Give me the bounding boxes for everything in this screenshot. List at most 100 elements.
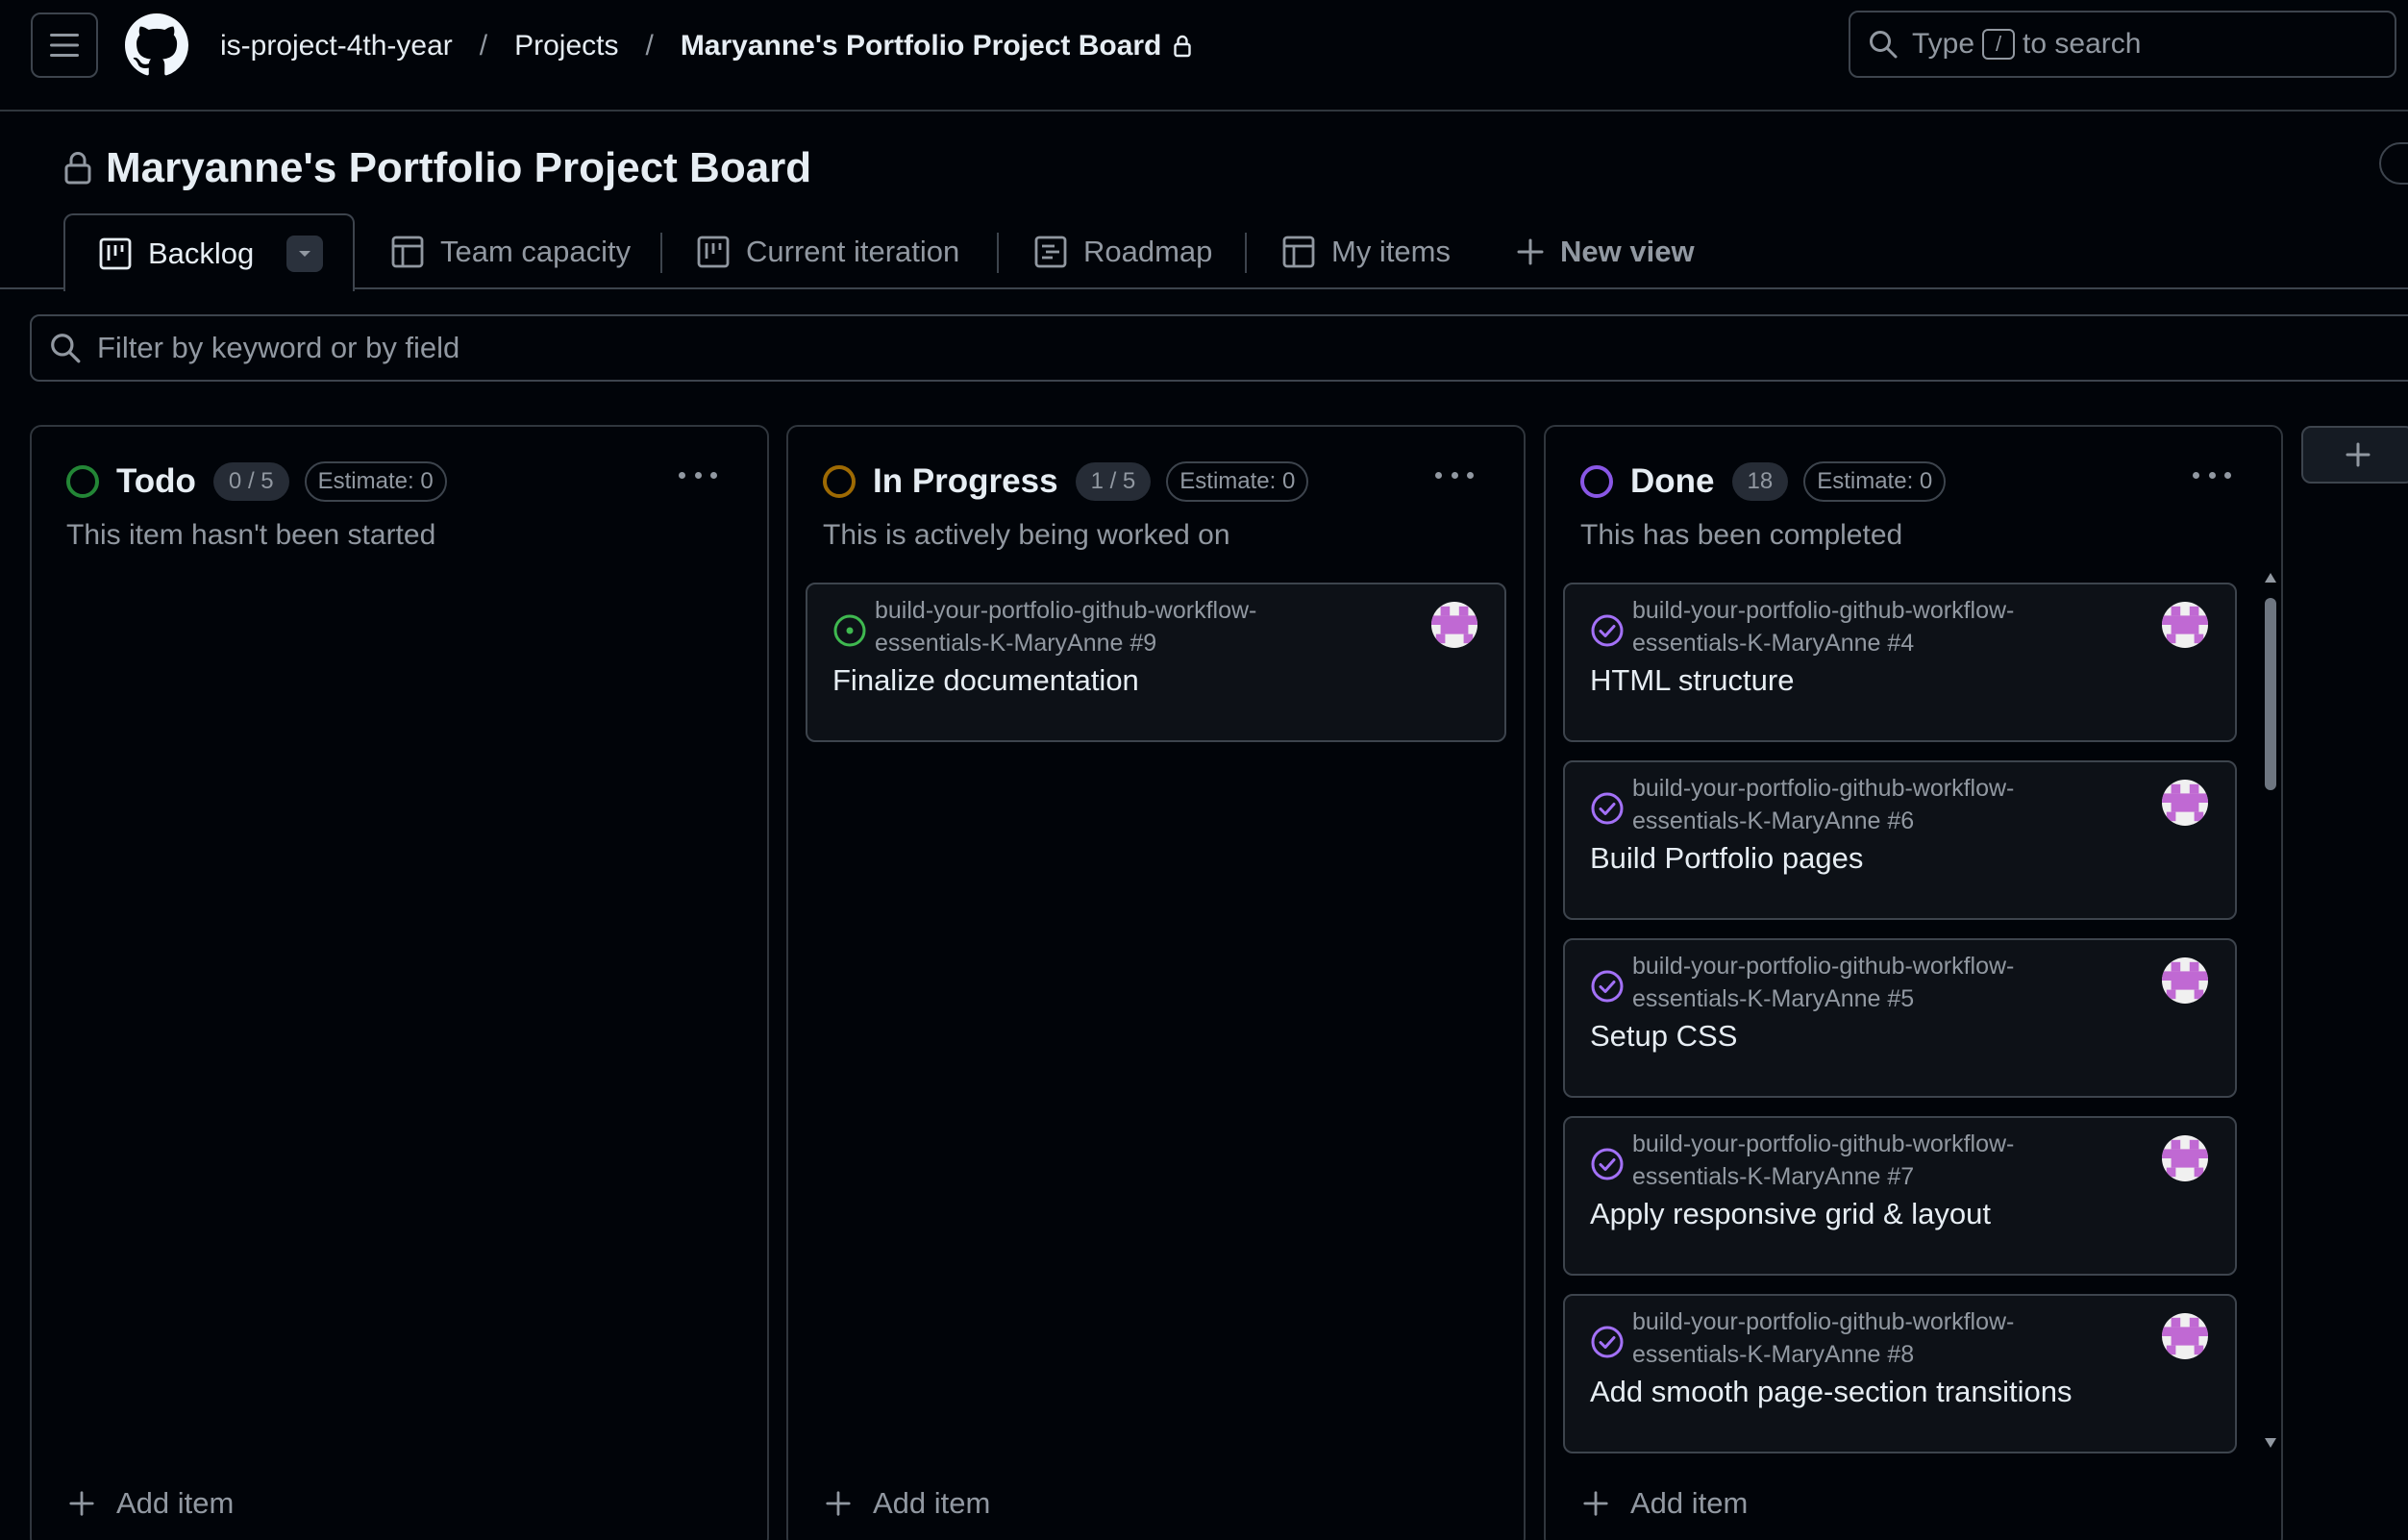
tab-team-capacity[interactable]: Team capacity	[390, 213, 631, 289]
board-column-done: Done 18 Estimate: 0 This has been comple…	[1544, 425, 2283, 1540]
new-view-button[interactable]: New view	[1516, 213, 1695, 289]
card-repository: build-your-portfolio-github-workflow- es…	[1632, 1305, 2171, 1371]
hamburger-icon	[50, 34, 79, 57]
search-icon	[49, 332, 82, 364]
tab-backlog[interactable]: Backlog	[63, 213, 355, 291]
breadcrumb-current-project[interactable]: Maryanne's Portfolio Project Board	[681, 30, 1162, 62]
tab-divider	[997, 233, 999, 273]
breadcrumb-separator: /	[479, 30, 488, 62]
column-header: Done 18 Estimate: 0	[1580, 460, 1947, 504]
tab-my-items[interactable]: My items	[1281, 213, 1451, 289]
add-item-button[interactable]: Add item	[68, 1482, 234, 1525]
card-title[interactable]: HTML structure	[1590, 663, 1794, 698]
tab-label: New view	[1560, 234, 1695, 268]
card-repository-line: build-your-portfolio-github-workflow-	[1632, 953, 2015, 980]
completed-issue-icon	[1590, 791, 1625, 826]
completed-issue-icon	[1590, 613, 1625, 648]
board-column-todo: Todo 0 / 5 Estimate: 0 This item hasn't …	[30, 425, 769, 1540]
search-hint-prefix: Type	[1912, 28, 1975, 60]
issue-card[interactable]: build-your-portfolio-github-workflow- es…	[806, 583, 1506, 742]
card-repository-line: essentials-K-MaryAnne #7	[1632, 1163, 1915, 1190]
card-repository: build-your-portfolio-github-workflow- es…	[1632, 950, 2171, 1015]
column-title: Todo	[116, 462, 196, 500]
card-repository: build-your-portfolio-github-workflow- es…	[1632, 1128, 2171, 1193]
board-column-in-progress: In Progress 1 / 5 Estimate: 0 This is ac…	[786, 425, 1526, 1540]
scrollbar-thumb[interactable]	[2265, 598, 2276, 790]
add-item-button[interactable]: Add item	[1582, 1482, 1748, 1525]
roadmap-icon	[1033, 235, 1068, 269]
status-in-progress-icon	[823, 465, 856, 498]
board-icon	[696, 235, 731, 269]
filter-placeholder: Filter by keyword or by field	[97, 331, 460, 364]
plus-icon	[68, 1490, 95, 1517]
add-item-label: Add item	[116, 1486, 235, 1520]
card-title[interactable]: Apply responsive grid & layout	[1590, 1197, 1991, 1231]
add-item-button[interactable]: Add item	[825, 1482, 990, 1525]
completed-issue-icon	[1590, 1147, 1625, 1181]
issue-card[interactable]: build-your-portfolio-github-workflow- es…	[1563, 1294, 2237, 1453]
avatar[interactable]	[1431, 602, 1477, 648]
issue-card[interactable]: build-your-portfolio-github-workflow- es…	[1563, 583, 2237, 742]
completed-issue-icon	[1590, 1325, 1625, 1359]
scroll-up-arrow-icon[interactable]	[2263, 571, 2278, 584]
tab-label: My items	[1331, 234, 1451, 268]
card-title[interactable]: Build Portfolio pages	[1590, 841, 1863, 876]
avatar[interactable]	[2162, 602, 2208, 648]
view-tabs: Backlog Team capacity Current iteration …	[0, 213, 2408, 291]
completed-issue-icon	[1590, 969, 1625, 1004]
breadcrumb-projects[interactable]: Projects	[514, 30, 618, 62]
view-options-button[interactable]	[286, 235, 324, 272]
tab-current-iteration[interactable]: Current iteration	[696, 213, 959, 289]
breadcrumb-org[interactable]: is-project-4th-year	[220, 30, 453, 62]
card-repository: build-your-portfolio-github-workflow- es…	[875, 594, 1413, 659]
plus-icon	[2346, 442, 2371, 467]
breadcrumb: is-project-4th-year / Projects / Maryann…	[220, 25, 1192, 67]
column-description: This has been completed	[1580, 519, 1903, 551]
issue-card[interactable]: build-your-portfolio-github-workflow- es…	[1563, 1116, 2237, 1276]
card-repository-line: build-your-portfolio-github-workflow-	[875, 597, 1257, 624]
search-hint-suffix: to search	[2023, 28, 2142, 60]
header-action-button[interactable]	[2379, 142, 2408, 185]
column-estimate-badge: Estimate: 0	[304, 461, 447, 502]
column-menu-button[interactable]	[679, 465, 717, 484]
column-description: This is actively being worked on	[823, 519, 1230, 551]
add-column-button[interactable]	[2301, 426, 2408, 484]
column-estimate-badge: Estimate: 0	[1803, 461, 1947, 502]
plus-icon	[825, 1490, 852, 1517]
add-item-label: Add item	[873, 1486, 991, 1520]
avatar[interactable]	[2162, 957, 2208, 1004]
column-scrollbar[interactable]	[2261, 571, 2280, 1453]
status-todo-icon	[66, 465, 99, 498]
card-repository-line: build-your-portfolio-github-workflow-	[1632, 1130, 2015, 1157]
chevron-down-icon	[299, 250, 311, 257]
card-title[interactable]: Setup CSS	[1590, 1019, 1737, 1054]
tab-divider	[1245, 233, 1247, 273]
column-title: In Progress	[873, 462, 1058, 500]
tab-label: Team capacity	[440, 234, 632, 268]
card-repository: build-your-portfolio-github-workflow- es…	[1632, 772, 2171, 837]
scroll-down-arrow-icon[interactable]	[2263, 1436, 2278, 1450]
avatar[interactable]	[2162, 1135, 2208, 1181]
card-repository-line: build-your-portfolio-github-workflow-	[1632, 597, 2015, 624]
issue-card[interactable]: build-your-portfolio-github-workflow- es…	[1563, 760, 2237, 920]
issue-card[interactable]: build-your-portfolio-github-workflow- es…	[1563, 938, 2237, 1098]
board-icon	[98, 236, 133, 271]
card-title[interactable]: Add smooth page-section transitions	[1590, 1375, 2072, 1409]
avatar[interactable]	[2162, 780, 2208, 826]
menu-button[interactable]	[31, 12, 98, 78]
table-icon	[390, 235, 425, 269]
filter-input[interactable]: Filter by keyword or by field	[30, 314, 2408, 382]
plus-icon	[1516, 237, 1545, 266]
global-search-input[interactable]: Type / to search	[1849, 11, 2396, 78]
column-count-badge: 1 / 5	[1075, 462, 1152, 501]
column-menu-button[interactable]	[1435, 465, 1474, 484]
page-title: Maryanne's Portfolio Project Board	[63, 142, 811, 194]
tab-roadmap[interactable]: Roadmap	[1033, 213, 1212, 289]
avatar[interactable]	[2162, 1313, 2208, 1359]
github-logo-icon[interactable]	[125, 13, 188, 77]
column-menu-button[interactable]	[2193, 465, 2231, 484]
lock-icon	[63, 151, 92, 186]
tab-label: Roadmap	[1083, 234, 1213, 268]
card-repository-line: build-your-portfolio-github-workflow-	[1632, 1308, 2015, 1335]
card-title[interactable]: Finalize documentation	[832, 663, 1139, 698]
